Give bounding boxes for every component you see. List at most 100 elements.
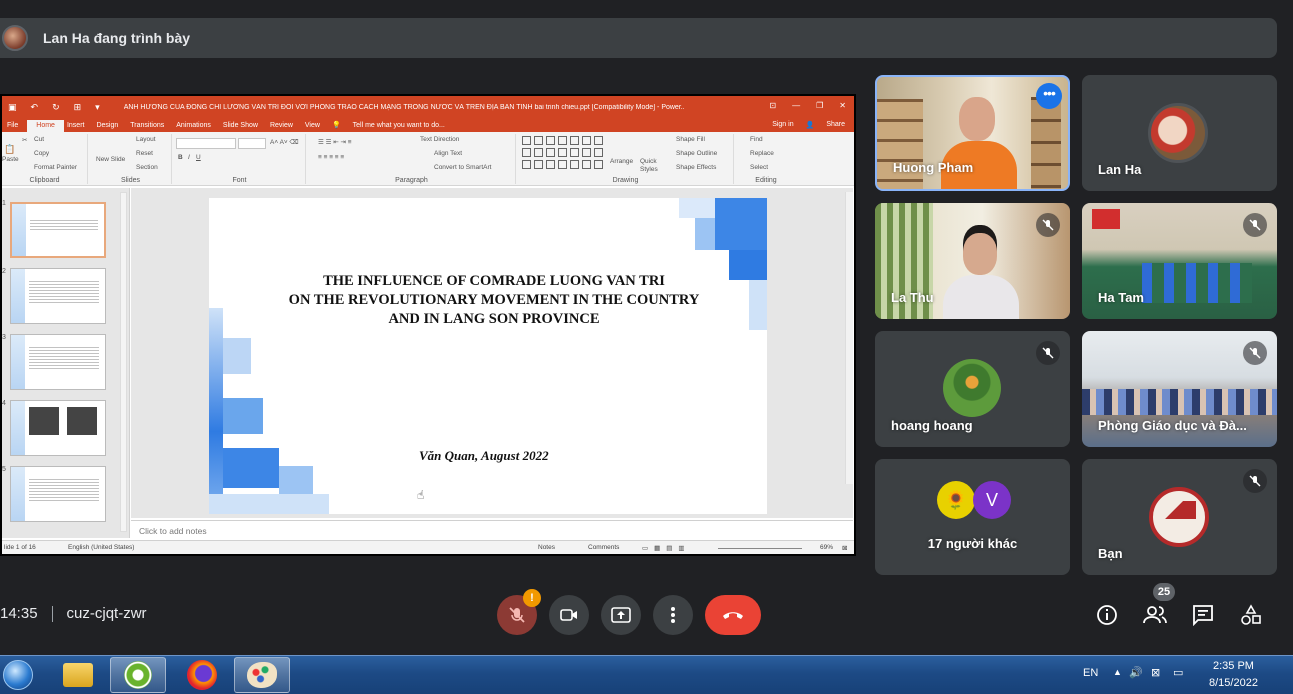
undo-icon[interactable]: ↶ [31, 102, 39, 113]
tab-slide-show[interactable]: Slide Show [220, 122, 267, 132]
align-text-button[interactable]: Align Text [434, 150, 462, 157]
share-button[interactable]: Share [823, 121, 854, 132]
cut-button[interactable]: Cut [34, 136, 44, 143]
show-hidden-icons[interactable]: ▲ [1113, 667, 1122, 677]
participant-tile-phong-giao-duc[interactable]: Phòng Giáo dục và Đà... [1082, 331, 1277, 447]
comments-button[interactable]: Comments [588, 544, 619, 551]
participant-tile-others[interactable]: 🌻 V 17 người khác [875, 459, 1070, 575]
shape-outline-button[interactable]: Shape Outline [676, 150, 717, 157]
italic-icon[interactable]: I [188, 154, 190, 161]
tab-design[interactable]: Design [93, 122, 127, 132]
quick-styles-button[interactable]: Quick Styles [640, 158, 666, 174]
fit-slide-icon[interactable]: ⊠ [842, 544, 847, 552]
slide-thumbnail-5[interactable] [10, 466, 106, 522]
current-slide[interactable]: THE INFLUENCE OF COMRADE LUONG VAN TRI O… [209, 198, 767, 514]
more-options-icon[interactable]: ••• [1036, 83, 1062, 109]
slideshow-icon[interactable]: ⊞ [74, 102, 82, 113]
taskbar-explorer[interactable] [50, 657, 106, 693]
mic-toggle-button[interactable]: ! [497, 589, 541, 635]
paste-button[interactable]: Paste [2, 156, 19, 163]
select-button[interactable]: Select [750, 164, 768, 171]
participant-tile-huong-pham[interactable]: ••• Huong Pham [875, 75, 1070, 191]
customize-icon[interactable]: ▾ [95, 102, 100, 113]
slide-thumbnail-4[interactable] [10, 400, 106, 456]
font-name-box[interactable] [176, 138, 236, 149]
input-language[interactable]: EN [1083, 667, 1098, 679]
mic-off-icon [1243, 213, 1267, 237]
end-call-button[interactable] [705, 595, 761, 635]
zoom-level[interactable]: 69% [820, 544, 833, 551]
find-button[interactable]: Find [750, 136, 763, 143]
redo-icon[interactable]: ↻ [52, 102, 60, 113]
new-slide-button[interactable]: New Slide [96, 156, 125, 163]
notes-button[interactable]: Notes [538, 544, 555, 551]
participant-tile-lan-ha[interactable]: Lan Ha [1082, 75, 1277, 191]
sign-in-link[interactable]: Sign in [769, 121, 802, 132]
convert-smartart-button[interactable]: Convert to SmartArt [434, 164, 491, 171]
activities-button[interactable] [1237, 601, 1265, 629]
meeting-code[interactable]: cuz-cjqt-zwr [67, 605, 147, 622]
thumbnails-scrollbar[interactable] [120, 192, 127, 532]
save-icon[interactable]: ▣ [8, 102, 17, 113]
taskbar-firefox[interactable] [174, 657, 230, 693]
chat-button[interactable] [1189, 601, 1217, 629]
group-drawing: Arrange Quick Styles Shape Fill Shape Ou… [518, 134, 734, 184]
slide-scrollbar[interactable] [845, 192, 853, 484]
tab-view[interactable]: View [302, 122, 329, 132]
taskbar-coccoc[interactable] [110, 657, 166, 693]
slide-thumbnail-2[interactable] [10, 268, 106, 324]
tab-home[interactable]: Home [27, 120, 64, 132]
start-button[interactable] [0, 657, 46, 693]
arrange-button[interactable]: Arrange [610, 158, 633, 165]
section-button[interactable]: Section [136, 164, 158, 171]
minimize-icon[interactable]: — [792, 101, 800, 110]
participant-tile-ha-tam[interactable]: Ha Tam [1082, 203, 1277, 319]
tab-transitions[interactable]: Transitions [127, 122, 173, 132]
participant-tile-la-thu[interactable]: La Thu [875, 203, 1070, 319]
maximize-icon[interactable]: ❐ [816, 101, 823, 110]
network-icon[interactable]: ⊠ [1151, 666, 1160, 679]
action-center-icon[interactable]: ▭ [1173, 666, 1183, 679]
volume-icon[interactable]: 🔊 [1129, 666, 1143, 679]
copy-button[interactable]: Copy [34, 150, 49, 157]
tab-file[interactable]: File [4, 122, 27, 132]
notes-pane[interactable]: Click to add notes [131, 520, 853, 538]
browser-icon [124, 661, 152, 689]
tab-animations[interactable]: Animations [173, 122, 220, 132]
ribbon-options-icon[interactable]: ⊡ [769, 101, 776, 110]
meeting-details-button[interactable] [1093, 601, 1121, 629]
present-screen-button[interactable] [601, 595, 641, 635]
more-options-button[interactable] [653, 595, 693, 635]
view-buttons-icon[interactable]: ▭▦▤▥ [642, 544, 691, 552]
font-size-box[interactable] [238, 138, 266, 149]
people-button[interactable] [1141, 601, 1169, 629]
close-icon[interactable]: ✕ [839, 101, 846, 110]
zoom-slider[interactable] [718, 548, 802, 549]
participant-tile-hoang-hoang[interactable]: hoang hoang [875, 331, 1070, 447]
slide-thumbnail-1[interactable] [10, 202, 106, 258]
underline-icon[interactable]: U [196, 154, 201, 161]
layout-button[interactable]: Layout [136, 136, 156, 143]
cut-icon[interactable]: ✂ [22, 136, 27, 144]
shape-effects-button[interactable]: Shape Effects [676, 164, 716, 171]
replace-button[interactable]: Replace [750, 150, 774, 157]
tab-insert[interactable]: Insert [64, 122, 94, 132]
clock-time[interactable]: 2:35 PM [1213, 660, 1254, 672]
align-icons[interactable]: ≡ ≡ ≡ ≡ ≡ [318, 154, 344, 161]
clock-date[interactable]: 8/15/2022 [1209, 677, 1258, 689]
tell-me-box[interactable]: Tell me what you want to do... [350, 122, 454, 132]
paste-icon[interactable]: 📋 [4, 144, 15, 155]
taskbar-paint[interactable] [234, 657, 290, 693]
reset-button[interactable]: Reset [136, 150, 153, 157]
text-direction-button[interactable]: Text Direction [420, 136, 459, 143]
font-grow-icon[interactable]: A˄ A˅ ⌫ [270, 138, 299, 146]
shape-fill-button[interactable]: Shape Fill [676, 136, 705, 143]
slide-thumbnail-3[interactable] [10, 334, 106, 390]
participant-tile-you[interactable]: Bạn [1082, 459, 1277, 575]
bullets-icon[interactable]: ☰ ☰ ⇤ ⇥ ≡ [318, 138, 352, 146]
participant-avatar [943, 359, 1001, 417]
camera-toggle-button[interactable] [549, 595, 589, 635]
bold-icon[interactable]: B [178, 154, 183, 161]
format-painter-button[interactable]: Format Painter [34, 164, 77, 171]
tab-review[interactable]: Review [267, 122, 302, 132]
